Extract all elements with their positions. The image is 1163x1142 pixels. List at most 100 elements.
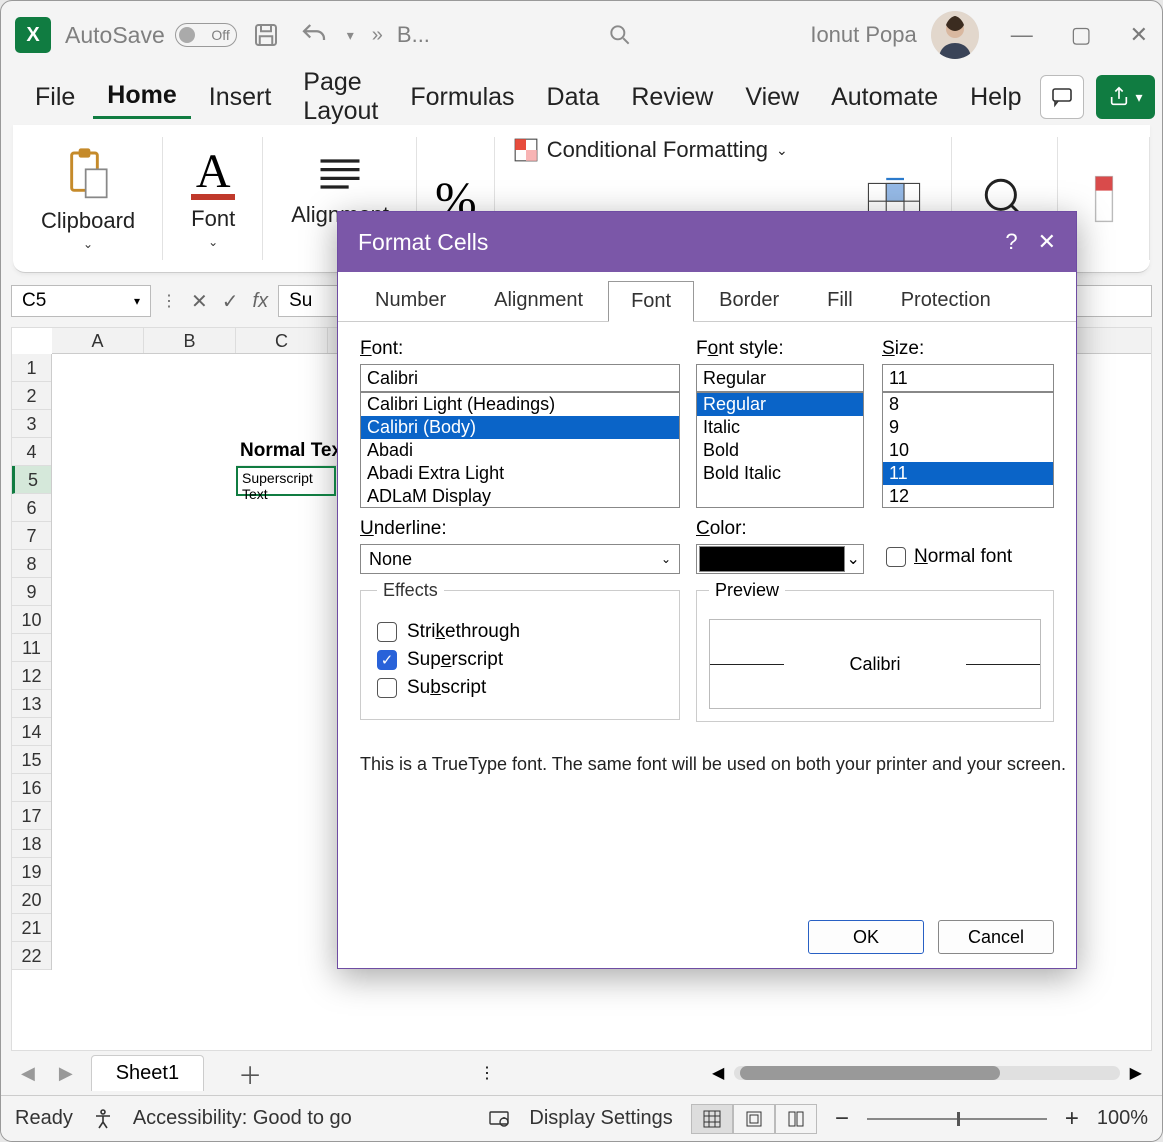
row-header[interactable]: 17	[12, 802, 51, 830]
ribbon-font[interactable]: A Font ⌄	[163, 125, 263, 272]
dlg-tab-alignment[interactable]: Alignment	[471, 280, 606, 321]
row-header[interactable]: 4	[12, 438, 51, 466]
row-header[interactable]: 5	[12, 466, 51, 494]
font-input[interactable]	[360, 364, 680, 392]
list-item[interactable]: 12	[883, 485, 1053, 508]
cancel-button[interactable]: Cancel	[938, 920, 1054, 954]
underline-select[interactable]: None ⌄	[360, 544, 680, 574]
tab-page-layout[interactable]: Page Layout	[289, 62, 392, 132]
row-header[interactable]: 22	[12, 942, 51, 970]
name-box[interactable]: C5 ▾	[11, 285, 151, 317]
strikethrough-checkbox[interactable]	[377, 622, 397, 642]
row-header[interactable]: 15	[12, 746, 51, 774]
row-header[interactable]: 12	[12, 662, 51, 690]
list-item[interactable]: Calibri Light (Headings)	[361, 393, 679, 416]
row-header[interactable]: 3	[12, 410, 51, 438]
col-header[interactable]: B	[144, 328, 236, 353]
page-layout-view-button[interactable]	[733, 1104, 775, 1134]
accessibility-icon[interactable]	[91, 1107, 115, 1131]
row-header[interactable]: 9	[12, 578, 51, 606]
tab-formulas[interactable]: Formulas	[396, 77, 528, 118]
more-icon[interactable]: »	[372, 24, 383, 47]
tab-review[interactable]: Review	[617, 77, 727, 118]
row-header[interactable]: 2	[12, 382, 51, 410]
list-item[interactable]: Bold	[697, 439, 863, 462]
list-item[interactable]: 9	[883, 416, 1053, 439]
row-header[interactable]: 8	[12, 550, 51, 578]
more-icon[interactable]: ⋮	[479, 1063, 495, 1083]
chevron-down-icon[interactable]: ▾	[347, 27, 354, 44]
tab-file[interactable]: File	[21, 77, 89, 118]
save-icon[interactable]	[251, 20, 281, 50]
tab-data[interactable]: Data	[533, 77, 614, 118]
superscript-checkbox[interactable]	[377, 650, 397, 670]
row-header[interactable]: 18	[12, 830, 51, 858]
row-header[interactable]: 1	[12, 354, 51, 382]
maximize-button[interactable]: ▢	[1071, 22, 1092, 48]
dlg-tab-number[interactable]: Number	[352, 280, 469, 321]
ribbon-clipboard[interactable]: Clipboard ⌄	[13, 125, 163, 272]
close-icon[interactable]: ✕	[1038, 229, 1056, 255]
display-settings-icon[interactable]	[487, 1107, 511, 1131]
prev-sheet-icon[interactable]: ◀	[21, 1063, 35, 1084]
col-header[interactable]: C	[236, 328, 328, 353]
undo-icon[interactable]	[299, 20, 329, 50]
autosave-toggle[interactable]: AutoSave Off	[65, 22, 237, 49]
subscript-checkbox[interactable]	[377, 678, 397, 698]
minimize-button[interactable]: —	[1011, 22, 1033, 48]
row-header[interactable]: 7	[12, 522, 51, 550]
tab-view[interactable]: View	[731, 77, 813, 118]
color-select[interactable]: ⌄	[696, 544, 864, 574]
accessibility-status[interactable]: Accessibility: Good to go	[133, 1107, 352, 1130]
search-icon[interactable]	[607, 22, 633, 48]
tab-automate[interactable]: Automate	[817, 77, 952, 118]
list-item[interactable]: ADLaM Display	[361, 485, 679, 508]
zoom-slider[interactable]	[867, 1118, 1047, 1120]
style-input[interactable]	[696, 364, 864, 392]
row-header[interactable]: 19	[12, 858, 51, 886]
row-header[interactable]: 20	[12, 886, 51, 914]
normal-font-checkbox[interactable]	[886, 547, 906, 567]
row-header[interactable]: 16	[12, 774, 51, 802]
list-item[interactable]: 11	[883, 462, 1053, 485]
help-button[interactable]: ?	[1005, 229, 1017, 255]
list-item[interactable]: Abadi Extra Light	[361, 462, 679, 485]
share-button[interactable]: ▾	[1096, 75, 1155, 119]
tab-insert[interactable]: Insert	[195, 77, 286, 118]
close-button[interactable]: ✕	[1130, 22, 1148, 48]
list-item[interactable]: 10	[883, 439, 1053, 462]
list-item[interactable]: Italic	[697, 416, 863, 439]
sheet-tab[interactable]: Sheet1	[91, 1055, 204, 1091]
row-header[interactable]: 11	[12, 634, 51, 662]
dlg-tab-border[interactable]: Border	[696, 280, 802, 321]
size-listbox[interactable]: 8910111214	[882, 392, 1054, 508]
list-item[interactable]: Abadi	[361, 439, 679, 462]
zoom-level[interactable]: 100%	[1097, 1107, 1148, 1130]
comments-button[interactable]	[1040, 75, 1084, 119]
col-header[interactable]: A	[52, 328, 144, 353]
ok-button[interactable]: OK	[808, 920, 924, 954]
dialog-titlebar[interactable]: Format Cells ? ✕	[338, 212, 1076, 272]
dlg-tab-fill[interactable]: Fill	[804, 280, 876, 321]
horizontal-scrollbar[interactable]: ◀ ▶	[712, 1063, 1142, 1083]
scroll-left-icon[interactable]: ◀	[712, 1063, 724, 1083]
cancel-icon[interactable]: ✕	[191, 289, 208, 314]
conditional-formatting-button[interactable]: Conditional Formatting ⌄	[513, 137, 818, 163]
more-icon[interactable]: ⋮	[161, 291, 177, 311]
row-header[interactable]: 6	[12, 494, 51, 522]
scroll-right-icon[interactable]: ▶	[1130, 1063, 1142, 1083]
page-break-view-button[interactable]	[775, 1104, 817, 1134]
list-item[interactable]: Calibri (Body)	[361, 416, 679, 439]
tab-help[interactable]: Help	[956, 77, 1035, 118]
font-listbox[interactable]: Calibri Light (Headings)Calibri (Body)Ab…	[360, 392, 680, 508]
row-header[interactable]: 14	[12, 718, 51, 746]
size-input[interactable]	[882, 364, 1054, 392]
style-listbox[interactable]: RegularItalicBoldBold Italic	[696, 392, 864, 508]
list-item[interactable]: Bold Italic	[697, 462, 863, 485]
fx-icon[interactable]: fx	[253, 290, 269, 313]
dlg-tab-font[interactable]: Font	[608, 281, 694, 322]
scroll-thumb[interactable]	[740, 1066, 1000, 1080]
row-header[interactable]: 21	[12, 914, 51, 942]
row-header[interactable]: 10	[12, 606, 51, 634]
tab-home[interactable]: Home	[93, 75, 190, 119]
